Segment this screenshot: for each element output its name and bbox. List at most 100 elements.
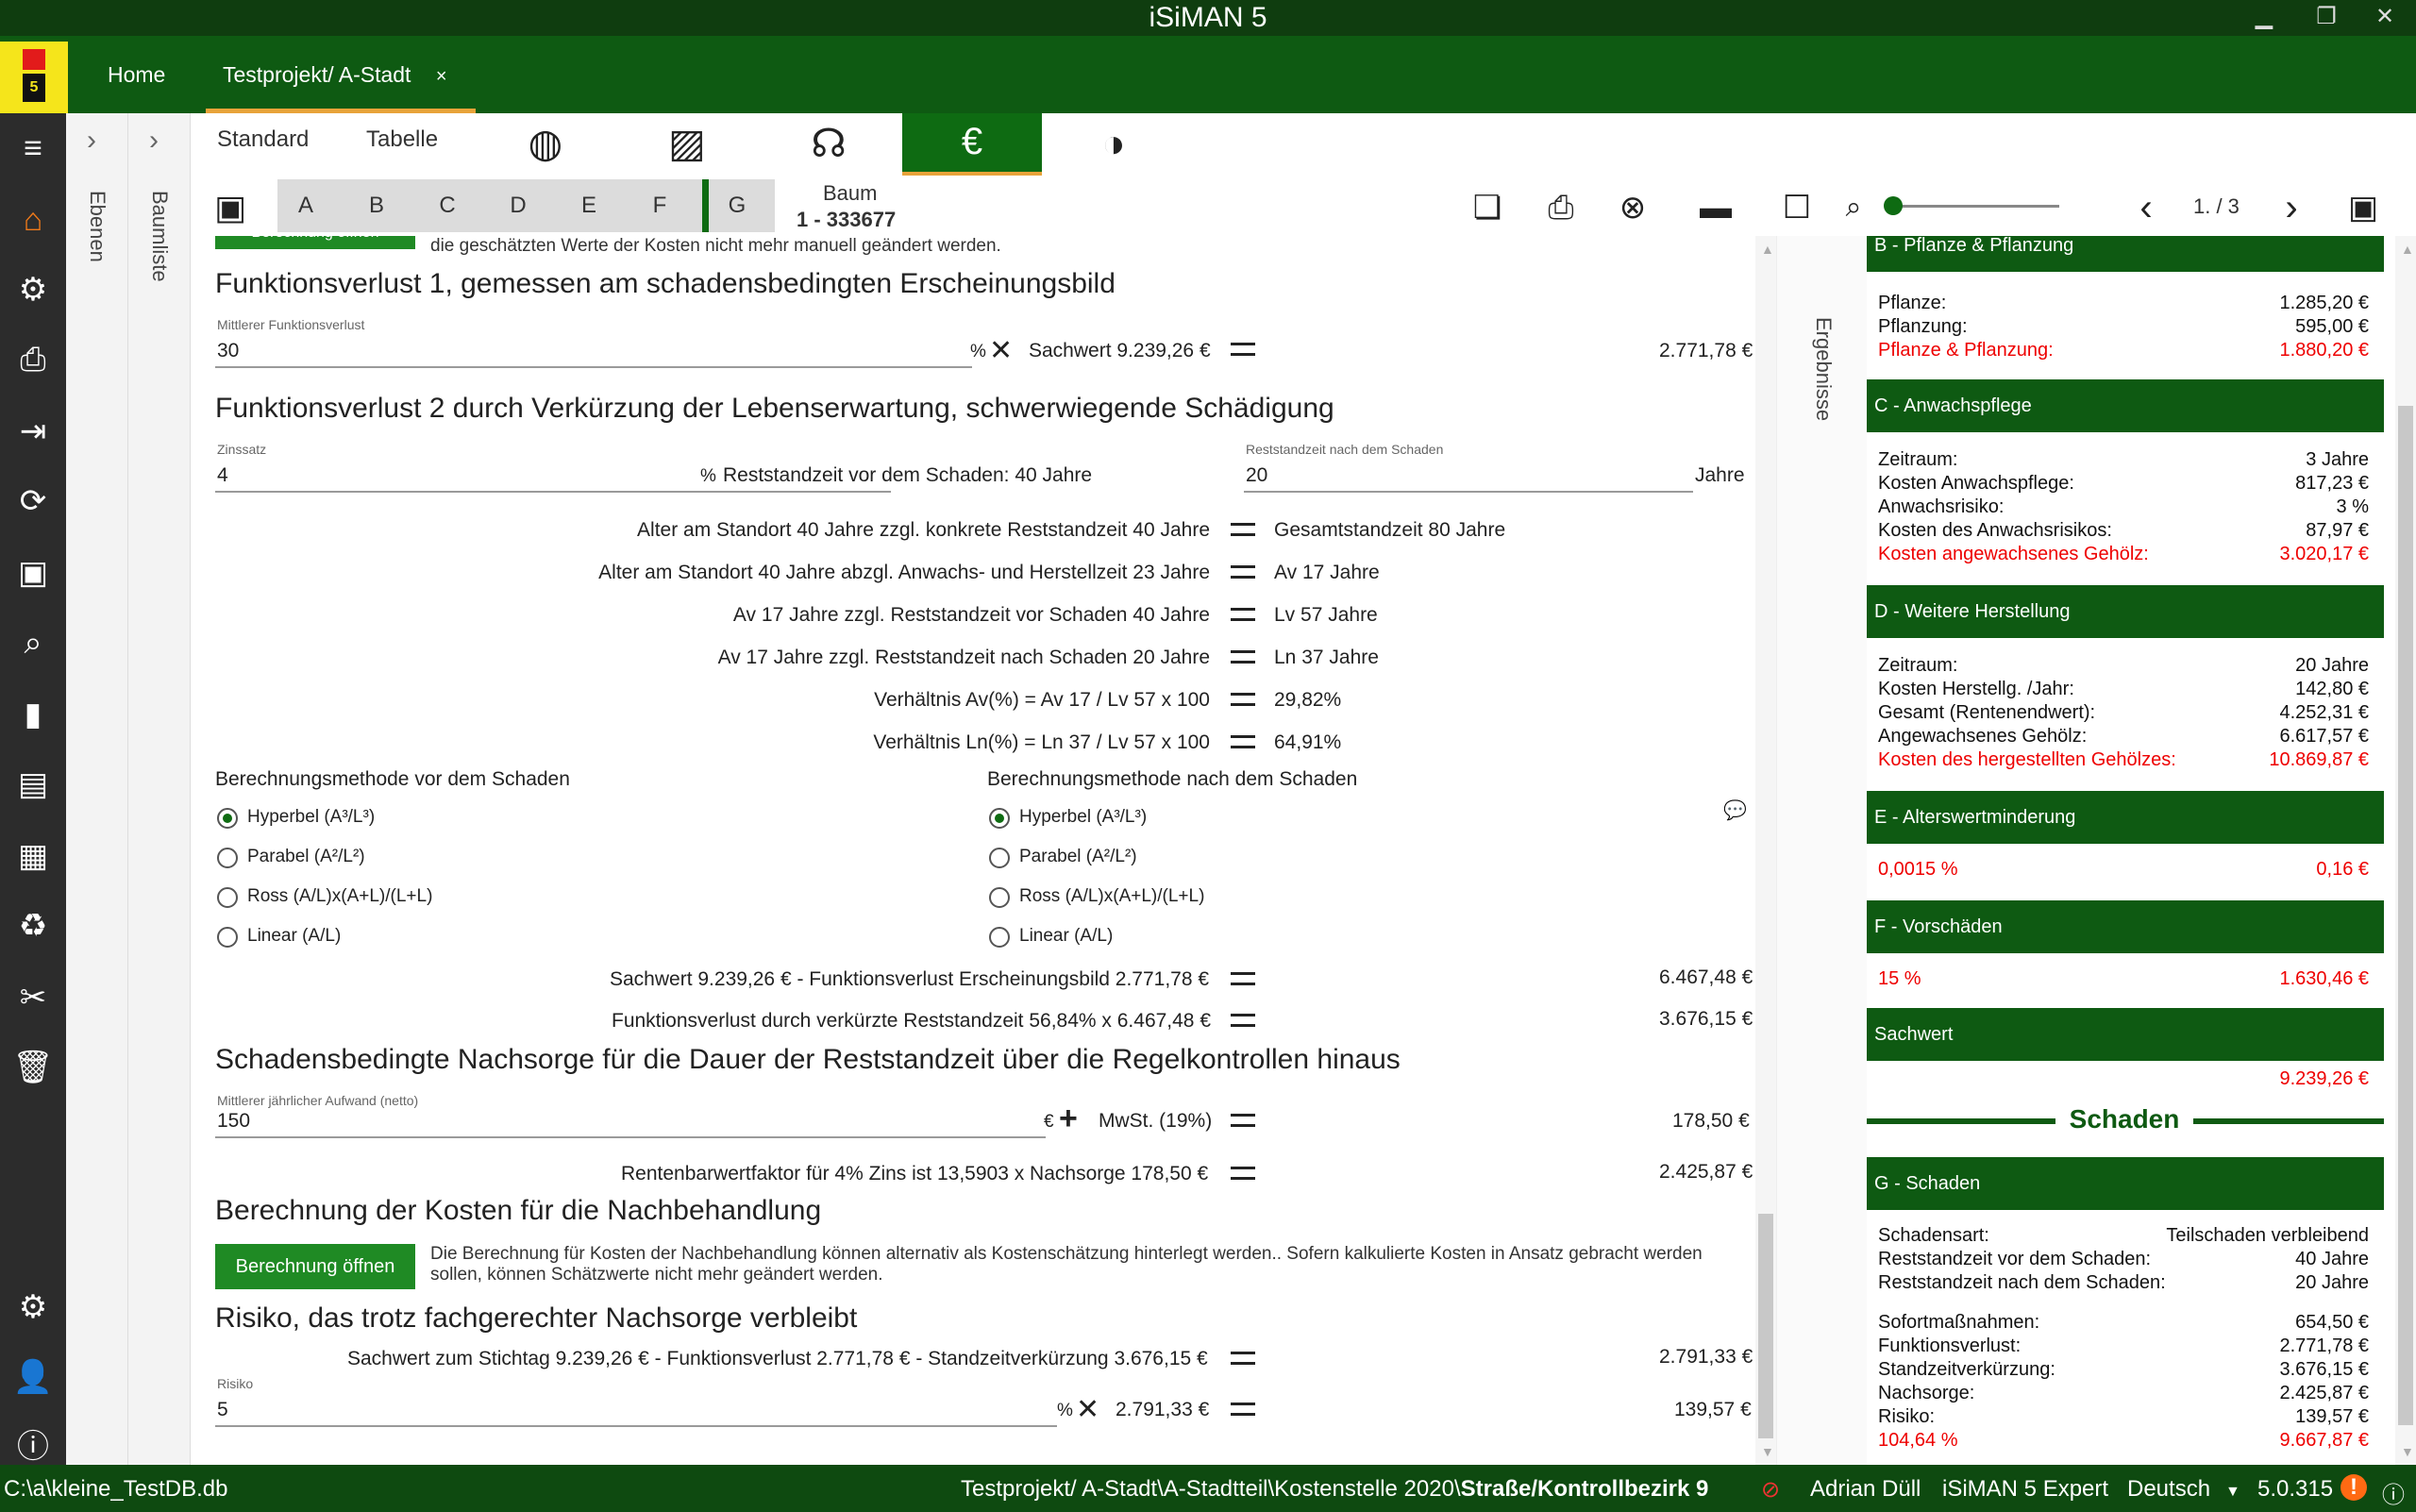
method-after-radio-3[interactable]	[989, 887, 1010, 908]
tree-rings-icon[interactable]: ◑	[1087, 117, 1140, 170]
method-before-label[interactable]: Hyperbel (A³/L³)	[247, 807, 375, 828]
sync-icon[interactable]: ⟳	[11, 479, 55, 523]
zoom-icon[interactable]: ⌕	[1827, 181, 1880, 234]
method-after-label[interactable]: Ross (A/L)x(A+L)/(L+L)	[1019, 886, 1204, 907]
letter-tab-e[interactable]: E	[566, 179, 612, 232]
method-before-radio-3[interactable]	[217, 887, 238, 908]
fullscreen-icon[interactable]: ☐	[1770, 181, 1823, 234]
method-after-radio-1[interactable]	[989, 808, 1010, 829]
tab-close-icon[interactable]: ×	[436, 66, 447, 87]
nachsorge-unit: €	[1044, 1112, 1054, 1132]
chevron-right-icon[interactable]: ›	[87, 125, 96, 157]
trash-icon[interactable]: 🗑	[11, 1046, 55, 1089]
settings-icon[interactable]: ⚙	[11, 1285, 55, 1329]
main-scroll-thumb[interactable]	[1758, 1214, 1773, 1438]
zoom-slider-track[interactable]	[1889, 205, 2059, 208]
help-icon[interactable]: ⓘ	[2382, 1476, 2405, 1509]
image-icon[interactable]: ▨	[661, 117, 713, 170]
method-before-radio-2[interactable]	[217, 848, 238, 868]
print-icon[interactable]: ⎙	[1535, 181, 1587, 234]
zoom-slider-handle[interactable]	[1884, 196, 1903, 215]
recycle-icon[interactable]: ♻	[11, 904, 55, 948]
printer-icon[interactable]: ⎙	[11, 338, 55, 381]
home-icon[interactable]: ⌂	[11, 198, 55, 242]
main-scrollbar[interactable]: ▲ ▼	[1755, 236, 1776, 1465]
nachbehandlung-calc-button[interactable]: Berechnung öffnen	[215, 1244, 415, 1289]
chevron-right-icon[interactable]: ›	[149, 125, 159, 157]
previous-page-icon[interactable]: ‹	[2120, 181, 2173, 234]
tools-icon[interactable]: ✂	[11, 976, 55, 1019]
method-after-label[interactable]: Parabel (A²/L²)	[1019, 847, 1137, 867]
ergebnisse-strip[interactable]: Ergebnisse	[1776, 236, 1867, 1465]
tab-tabelle[interactable]: Tabelle	[366, 126, 438, 153]
info-icon[interactable]: ⓘ	[11, 1425, 55, 1469]
zinssatz-underline	[215, 491, 891, 493]
fv1-sachwert: Sachwert 9.239,26 €	[1029, 340, 1211, 361]
close-window-icon[interactable]: ✕	[2361, 0, 2408, 36]
scroll-down-icon[interactable]: ▼	[2401, 1444, 2414, 1459]
save-page-icon[interactable]: ▣	[2337, 181, 2390, 234]
menu-icon[interactable]: ≡	[11, 126, 55, 170]
tree-head-icon[interactable]: ☊	[802, 117, 855, 170]
top-calc-button[interactable]: Berechnung öffnen	[215, 236, 415, 249]
rest-after-input[interactable]: 20	[1246, 464, 1267, 487]
letter-tab-f[interactable]: F	[637, 179, 682, 232]
cancel-circle-icon[interactable]: ⊗	[1606, 181, 1659, 234]
favorite-layers-icon[interactable]: ❏	[1461, 181, 1514, 234]
scroll-up-icon[interactable]: ▲	[1761, 242, 1774, 257]
euro-tab[interactable]: €	[902, 113, 1042, 176]
letter-tab-g[interactable]: G	[714, 179, 760, 232]
letter-tab-d[interactable]: D	[495, 179, 541, 232]
baumliste-panel-strip[interactable]: › Baumliste	[128, 113, 191, 1465]
user-icon[interactable]: 👤	[11, 1355, 55, 1399]
language-select[interactable]: Deutsch ▼	[2127, 1476, 2240, 1503]
fv1-input[interactable]: 30	[217, 340, 239, 362]
minimize-icon[interactable]: ▁	[2240, 0, 2288, 36]
ebenen-panel-strip[interactable]: › Ebenen	[66, 113, 128, 1465]
method-before-radio-4[interactable]	[217, 927, 238, 948]
zinssatz-input[interactable]: 4	[217, 464, 228, 487]
database-search-icon[interactable]: ⌕	[11, 621, 55, 664]
result-label: Zeitraum:	[1878, 655, 1958, 676]
method-after-label[interactable]: Linear (A/L)	[1019, 926, 1113, 947]
method-after-radio-4[interactable]	[989, 927, 1010, 948]
next-page-icon[interactable]: ›	[2265, 181, 2318, 234]
nachsorge-input[interactable]: 150	[217, 1110, 250, 1133]
method-before-label[interactable]: Parabel (A²/L²)	[247, 847, 365, 867]
globe-icon[interactable]: ◍	[519, 117, 572, 170]
letter-tab-c[interactable]: C	[425, 179, 470, 232]
result-label: Kosten des Anwachsrisikos:	[1878, 520, 2112, 541]
save-icon[interactable]: ▣	[204, 181, 257, 234]
clipboard-icon[interactable]: ▤	[11, 763, 55, 806]
comment-icon[interactable]: 💬	[1723, 798, 1747, 822]
split-view-icon[interactable]: ▬	[1689, 181, 1742, 234]
fv2-calc-left: Verhältnis Ln(%) = Ln 37 / Lv 57 x 100	[873, 731, 1210, 753]
sliders-icon[interactable]: ⚙	[11, 268, 55, 311]
tab-home[interactable]: Home	[108, 36, 165, 113]
restore-icon[interactable]: ❐	[2303, 0, 2350, 36]
scroll-down-icon[interactable]: ▼	[1761, 1444, 1774, 1459]
tab-standard[interactable]: Standard	[217, 126, 309, 153]
equals-icon	[1231, 565, 1255, 579]
results-scrollbar[interactable]: ▲ ▼	[2395, 236, 2416, 1465]
bar-chart-icon[interactable]: ▮	[11, 693, 55, 736]
method-after-label[interactable]: Hyperbel (A³/L³)	[1019, 807, 1147, 828]
warning-icon[interactable]: !	[2340, 1474, 2367, 1501]
letter-tab-b[interactable]: B	[354, 179, 399, 232]
letter-tab-a[interactable]: A	[283, 179, 328, 232]
results-scroll-thumb[interactable]	[2398, 406, 2413, 1425]
method-after-radio-2[interactable]	[989, 848, 1010, 868]
method-before-label[interactable]: Ross (A/L)x(A+L)/(L+L)	[247, 886, 432, 907]
no-connection-icon[interactable]: ⊘	[1761, 1476, 1780, 1504]
export-icon[interactable]: ⇥	[11, 410, 55, 453]
image-import-icon[interactable]: ▣	[11, 551, 55, 595]
method-before-radio-1[interactable]	[217, 808, 238, 829]
risiko-base: 2.791,33 €	[1116, 1399, 1210, 1420]
fv1-input-underline	[215, 366, 972, 368]
risiko-input[interactable]: 5	[217, 1399, 228, 1421]
scroll-up-icon[interactable]: ▲	[2401, 242, 2414, 257]
tab-project[interactable]: Testprojekt/ A-Stadt ×	[206, 36, 476, 113]
method-before-label[interactable]: Linear (A/L)	[247, 926, 341, 947]
main-content: Berechnung öffnen die geschätzten Werte …	[191, 236, 1757, 1465]
table-edit-icon[interactable]: ▦	[11, 834, 55, 878]
